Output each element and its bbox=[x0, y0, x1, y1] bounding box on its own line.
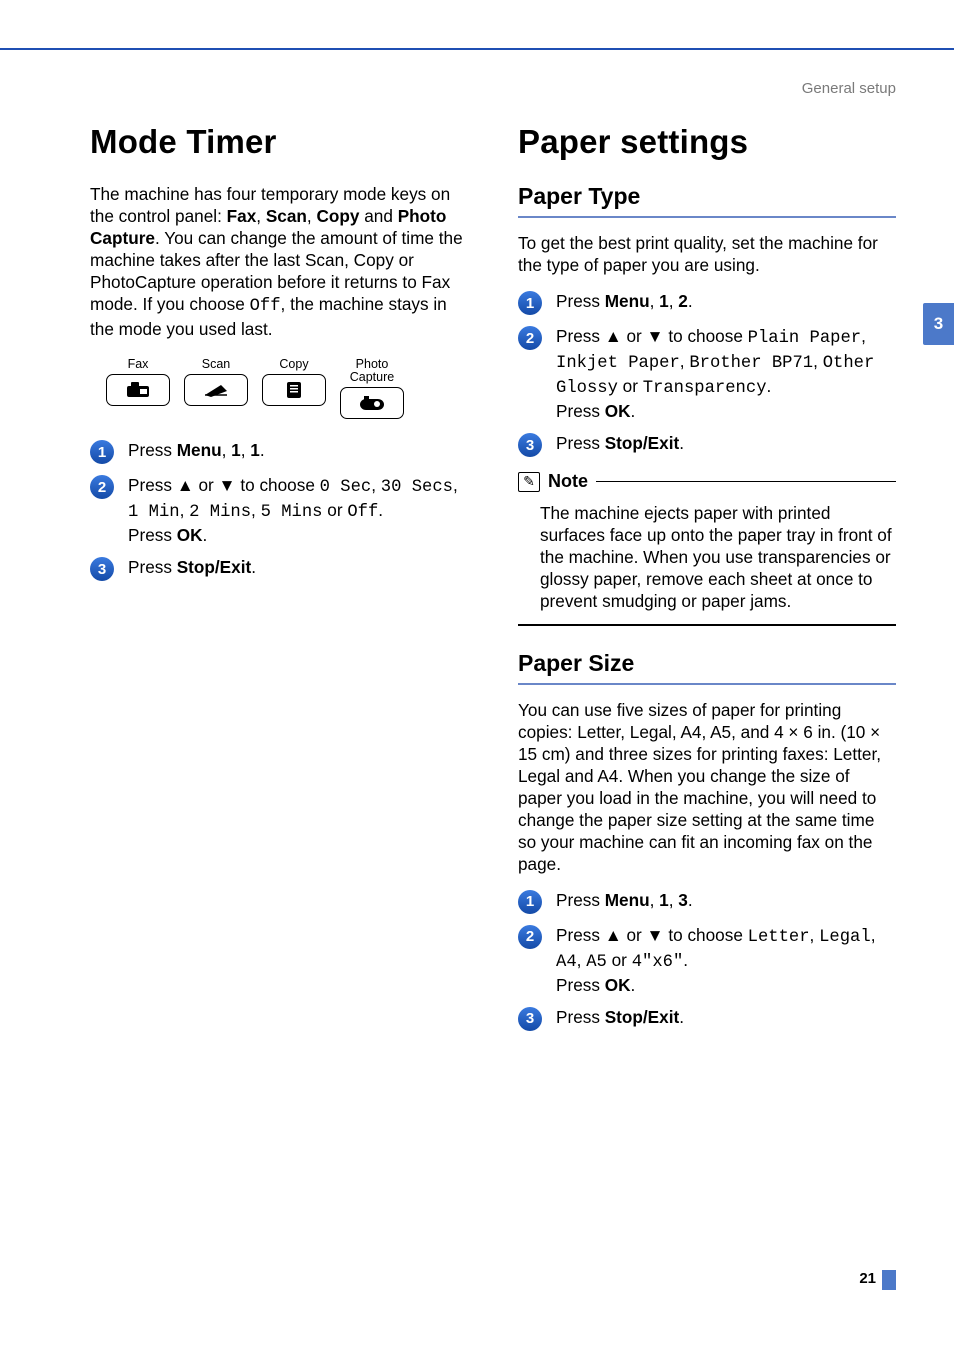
note-icon: ✎ bbox=[518, 472, 540, 492]
photo-capture-icon bbox=[358, 395, 386, 411]
step-number-icon: 3 bbox=[90, 557, 114, 581]
page-number: 21 bbox=[859, 1270, 876, 1287]
fax-icon bbox=[125, 381, 151, 399]
note-header: ✎ Note bbox=[518, 471, 896, 492]
right-column: Paper settings Paper Type To get the bes… bbox=[518, 123, 896, 1037]
step-number-icon: 1 bbox=[518, 291, 542, 315]
page-number-bar bbox=[882, 1270, 896, 1290]
left-column: Mode Timer The machine has four temporar… bbox=[90, 123, 468, 1037]
mode-timer-step-3: 3 Press Stop/Exit. bbox=[90, 556, 468, 581]
paper-type-step-3: 3 Press Stop/Exit. bbox=[518, 432, 896, 457]
chapter-tab: 3 bbox=[923, 303, 954, 345]
mode-timer-step-2: 2 Press ▲ or ▼ to choose 0 Sec, 30 Secs,… bbox=[90, 474, 468, 546]
step-number-icon: 2 bbox=[90, 475, 114, 499]
page: General setup 3 Mode Timer The machine h… bbox=[0, 0, 954, 1351]
step-number-icon: 3 bbox=[518, 433, 542, 457]
copy-icon bbox=[284, 380, 304, 400]
paper-type-step-2: 2 Press ▲ or ▼ to choose Plain Paper, In… bbox=[518, 325, 896, 422]
panel-btn-fax: Fax bbox=[106, 358, 170, 419]
subheading-paper-type: Paper Type bbox=[518, 183, 896, 210]
rule bbox=[518, 216, 896, 218]
mode-timer-step-1: 1 Press Menu, 1, 1. bbox=[90, 439, 468, 464]
panel-btn-copy: Copy bbox=[262, 358, 326, 419]
note-end-rule bbox=[518, 624, 896, 626]
step-number-icon: 2 bbox=[518, 925, 542, 949]
control-panel-illustration: Fax Scan Copy Photo Capture bbox=[106, 358, 468, 419]
scan-icon bbox=[203, 382, 229, 398]
header-section: General setup bbox=[90, 80, 896, 97]
step-number-icon: 1 bbox=[90, 440, 114, 464]
subheading-paper-size: Paper Size bbox=[518, 650, 896, 677]
content-columns: Mode Timer The machine has four temporar… bbox=[90, 123, 896, 1037]
paper-type-step-1: 1 Press Menu, 1, 2. bbox=[518, 290, 896, 315]
mode-timer-intro: The machine has four temporary mode keys… bbox=[90, 183, 468, 340]
heading-paper-settings: Paper settings bbox=[518, 123, 896, 161]
step-number-icon: 1 bbox=[518, 890, 542, 914]
step-number-icon: 3 bbox=[518, 1007, 542, 1031]
step-number-icon: 2 bbox=[518, 326, 542, 350]
rule bbox=[518, 683, 896, 685]
paper-size-intro: You can use five sizes of paper for prin… bbox=[518, 699, 896, 875]
note-body: The machine ejects paper with printed su… bbox=[518, 492, 896, 624]
heading-mode-timer: Mode Timer bbox=[90, 123, 468, 161]
paper-type-intro: To get the best print quality, set the m… bbox=[518, 232, 896, 276]
panel-btn-photo-capture: Photo Capture bbox=[340, 358, 404, 419]
paper-size-step-3: 3 Press Stop/Exit. bbox=[518, 1006, 896, 1031]
top-rule bbox=[0, 48, 954, 50]
paper-size-step-2: 2 Press ▲ or ▼ to choose Letter, Legal, … bbox=[518, 924, 896, 996]
panel-btn-scan: Scan bbox=[184, 358, 248, 419]
paper-size-step-1: 1 Press Menu, 1, 3. bbox=[518, 889, 896, 914]
